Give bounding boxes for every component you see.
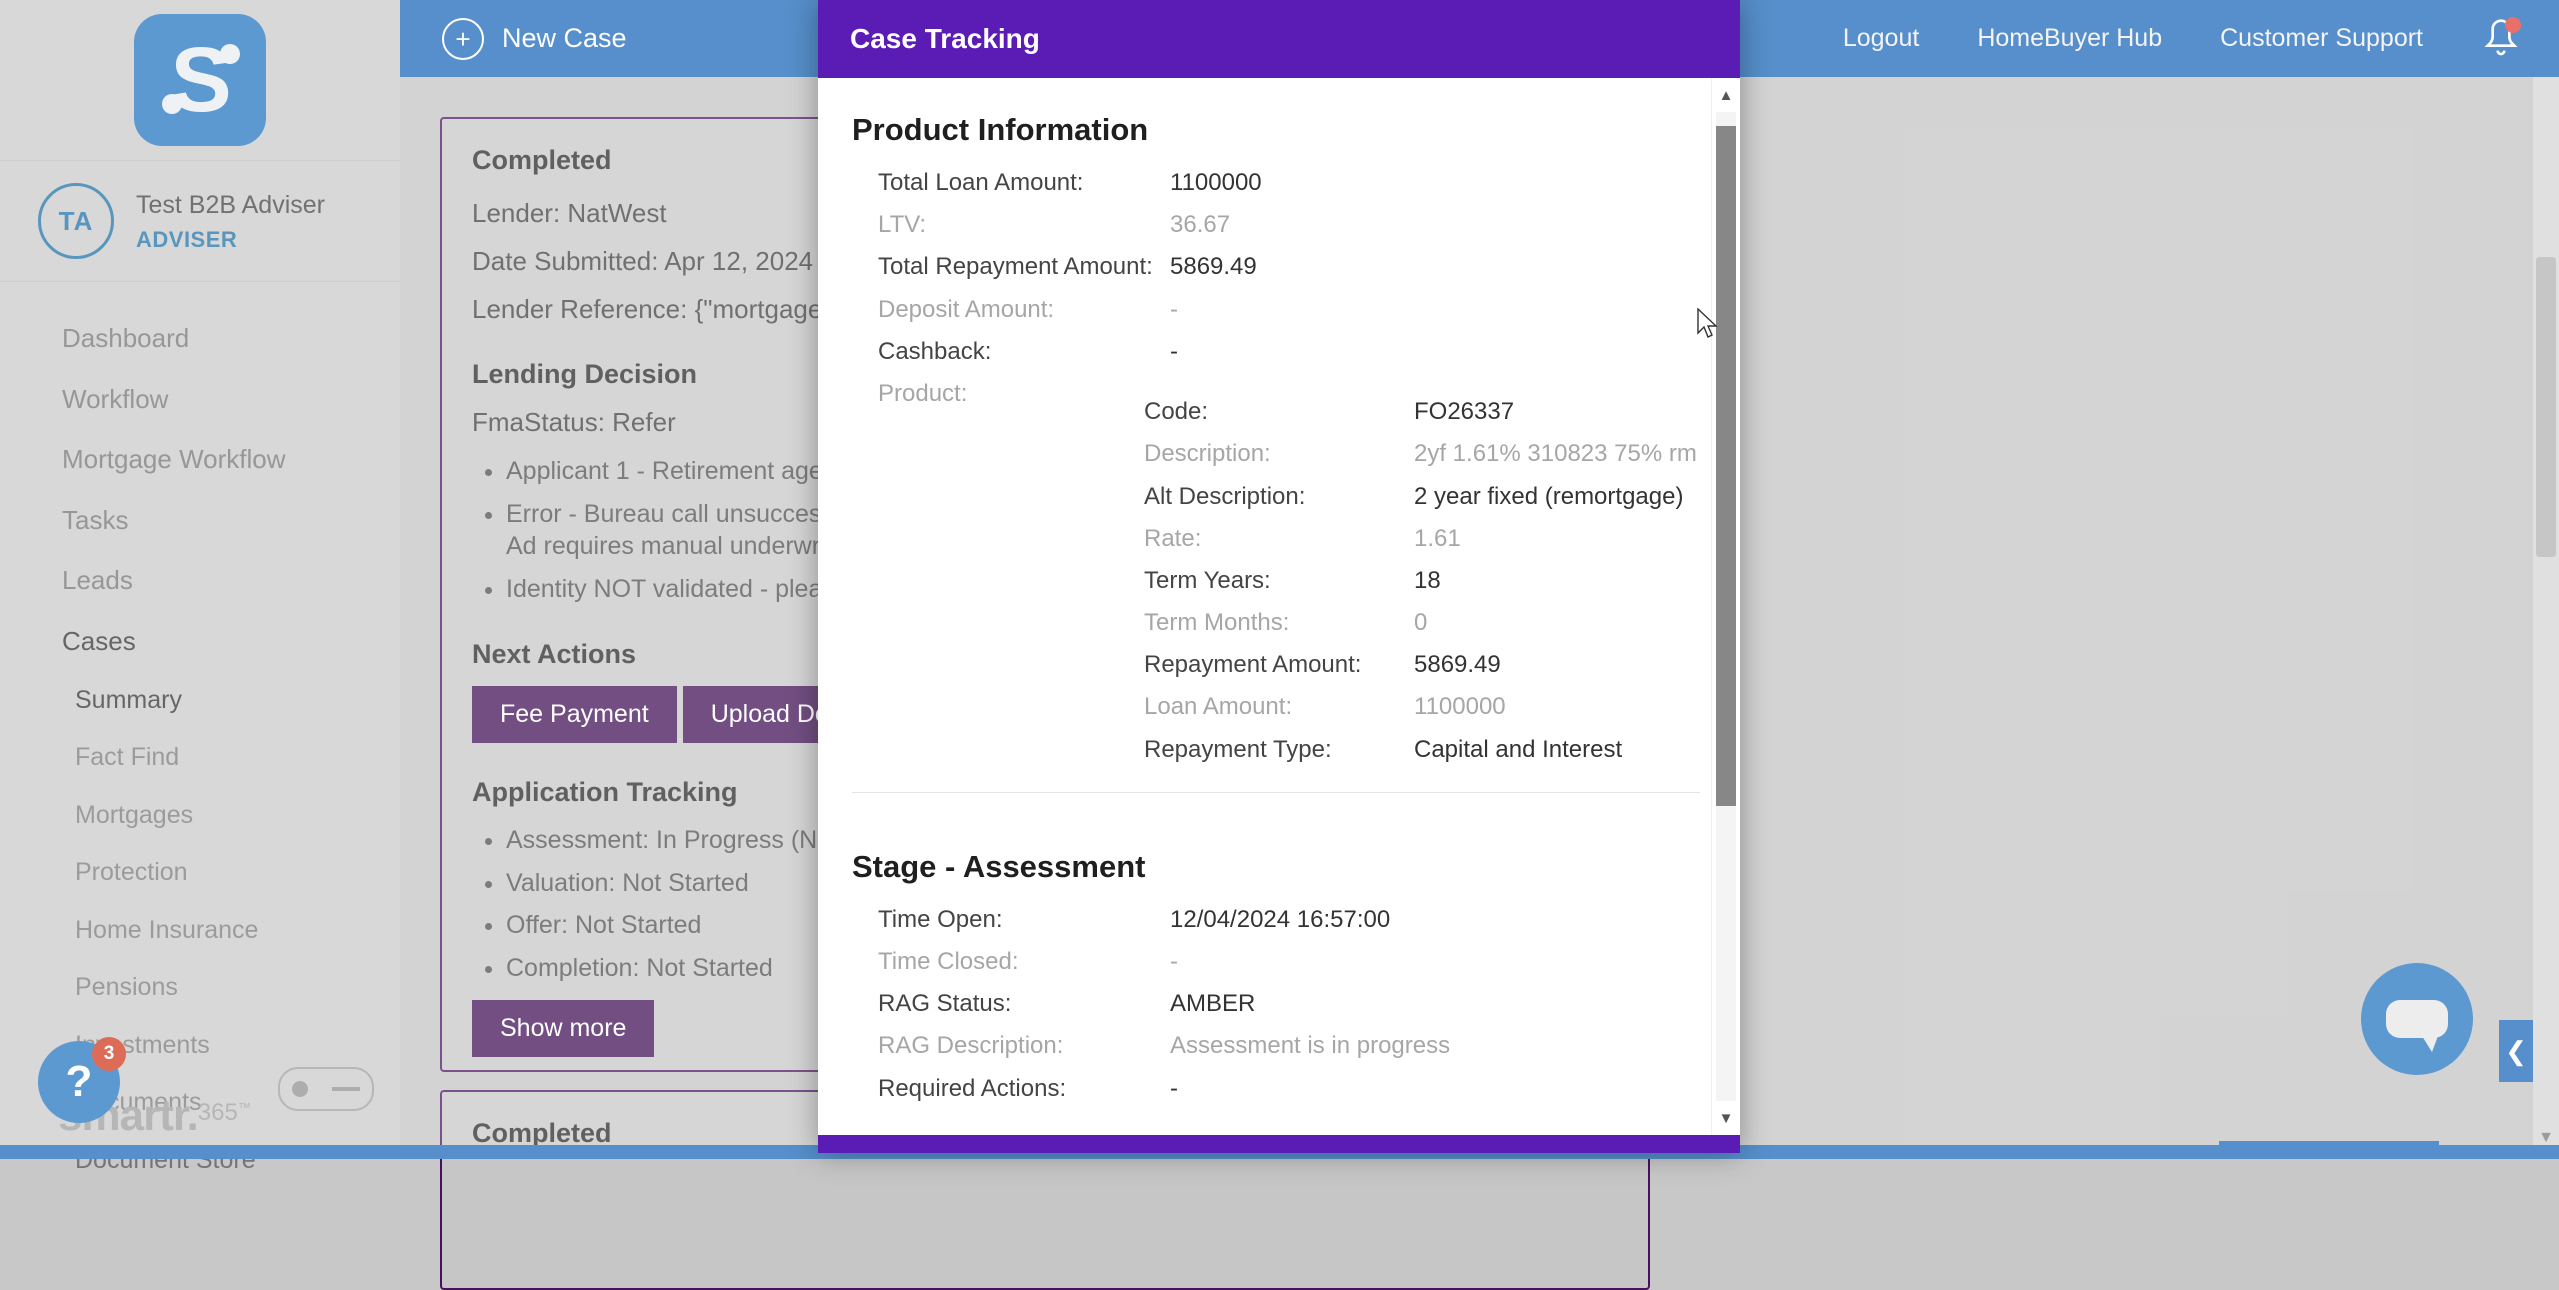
row-value: 12/04/2024 16:57:00 — [1170, 907, 1390, 932]
modal-header: Case Tracking — [818, 0, 1740, 78]
row-assessment-rag-status: RAG Status: AMBER — [852, 991, 1700, 1016]
row-value: 0 — [1414, 610, 1427, 635]
row-rate: Rate: 1.61 — [1144, 526, 1700, 551]
row-key: Code: — [1144, 399, 1414, 424]
row-key: Time Closed: — [878, 949, 1170, 974]
stage-assessment-heading: Stage - Assessment — [852, 849, 1700, 885]
row-value: 1100000 — [1414, 694, 1506, 719]
row-value: FO26337 — [1414, 399, 1514, 424]
row-term-months: Term Months: 0 — [1144, 610, 1700, 635]
modal-footer — [818, 1135, 1740, 1153]
modal-body: Product Information Total Loan Amount: 1… — [818, 78, 1740, 1135]
row-key: LTV: — [878, 212, 1170, 237]
row-key: Deposit Amount: — [878, 297, 1170, 322]
row-total-repayment-amount: Total Repayment Amount: 5869.49 — [852, 254, 1700, 279]
row-key: Term Months: — [1144, 610, 1414, 635]
modal-title: Case Tracking — [850, 23, 1040, 55]
row-value: Assessment is in progress — [1170, 1033, 1450, 1058]
row-key: Cashback: — [878, 339, 1170, 364]
modal-scrollbar[interactable]: ▲ ▼ — [1711, 78, 1740, 1135]
scroll-down-icon[interactable]: ▼ — [1712, 1101, 1740, 1135]
row-key: Term Years: — [1144, 568, 1414, 593]
row-code: Code: FO26337 — [1144, 399, 1700, 424]
row-key: Repayment Amount: — [1144, 652, 1414, 677]
row-value: - — [1170, 297, 1178, 322]
row-value: - — [1170, 1076, 1178, 1101]
row-key: Loan Amount: — [1144, 694, 1414, 719]
row-value: - — [1170, 949, 1178, 974]
row-value: Capital and Interest — [1414, 737, 1622, 762]
row-repayment-type: Repayment Type: Capital and Interest — [1144, 737, 1700, 762]
row-key: Rate: — [1144, 526, 1414, 551]
row-key: RAG Status: — [878, 991, 1170, 1016]
row-key: Product: — [878, 381, 1170, 406]
row-assessment-time-open: Time Open: 12/04/2024 16:57:00 — [852, 907, 1700, 932]
row-term-years: Term Years: 18 — [1144, 568, 1700, 593]
row-repayment-amount: Repayment Amount: 5869.49 — [1144, 652, 1700, 677]
row-key: Total Loan Amount: — [878, 170, 1170, 195]
row-value: 18 — [1414, 568, 1441, 593]
row-assessment-time-closed: Time Closed: - — [852, 949, 1700, 974]
row-assessment-rag-description: RAG Description: Assessment is in progre… — [852, 1033, 1700, 1058]
row-deposit-amount: Deposit Amount: - — [852, 297, 1700, 322]
product-detail-block: Code: FO26337 Description: 2yf 1.61% 310… — [1144, 399, 1700, 762]
scroll-up-icon[interactable]: ▲ — [1712, 78, 1740, 112]
row-key: Alt Description: — [1144, 484, 1414, 509]
row-key: Total Repayment Amount: — [878, 254, 1170, 279]
row-key: Description: — [1144, 441, 1414, 466]
row-value: 2yf 1.61% 310823 75% rm — [1414, 441, 1697, 466]
row-loan-amount: Loan Amount: 1100000 — [1144, 694, 1700, 719]
row-key: Time Open: — [878, 907, 1170, 932]
status-badge: AMBER — [1170, 991, 1255, 1016]
mouse-cursor — [1696, 308, 1722, 342]
case-tracking-modal: Case Tracking Product Information Total … — [818, 0, 1740, 1153]
row-value: 1100000 — [1170, 170, 1262, 195]
row-ltv: LTV: 36.67 — [852, 212, 1700, 237]
row-key: RAG Description: — [878, 1033, 1170, 1058]
row-value: 5869.49 — [1170, 254, 1257, 279]
row-description: Description: 2yf 1.61% 310823 75% rm — [1144, 441, 1700, 466]
row-cashback: Cashback: - — [852, 339, 1700, 364]
modal-scroll-area: Product Information Total Loan Amount: 1… — [818, 78, 1740, 1135]
product-information-heading: Product Information — [852, 112, 1700, 148]
row-value: 1.61 — [1414, 526, 1461, 551]
row-value: 36.67 — [1170, 212, 1230, 237]
row-key: Required Actions: — [878, 1076, 1170, 1101]
section-divider — [852, 792, 1700, 793]
row-value: - — [1170, 339, 1178, 364]
row-assessment-required-actions: Required Actions: - — [852, 1076, 1700, 1101]
row-value: 2 year fixed (remortgage) — [1414, 484, 1683, 509]
row-value: 5869.49 — [1414, 652, 1501, 677]
row-key: Repayment Type: — [1144, 737, 1414, 762]
scrollbar-thumb[interactable] — [1716, 126, 1736, 806]
row-total-loan-amount: Total Loan Amount: 1100000 — [852, 170, 1700, 195]
row-alt-description: Alt Description: 2 year fixed (remortgag… — [1144, 484, 1700, 509]
